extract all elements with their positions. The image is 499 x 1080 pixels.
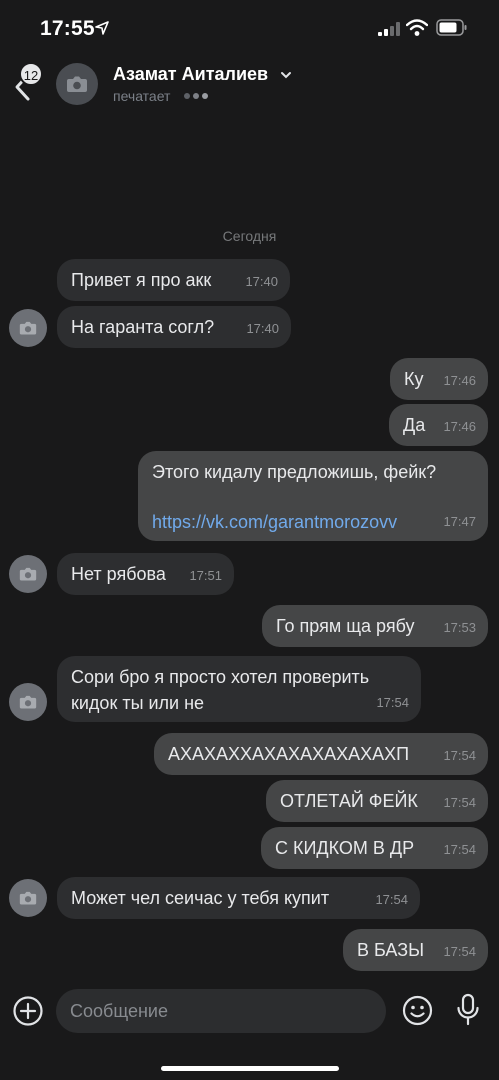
- sender-avatar[interactable]: [9, 309, 47, 347]
- message-incoming[interactable]: Нет рябова 17:51: [57, 553, 234, 595]
- contact-name[interactable]: Азамат Аиталиев: [113, 64, 268, 85]
- message-outgoing[interactable]: Этого кидалу предложишь, фейк? https://v…: [138, 451, 488, 541]
- message-text: Го прям ща рябу: [276, 616, 415, 636]
- message-text: Привет я про акк: [71, 270, 212, 290]
- message-time: 17:40: [246, 321, 279, 336]
- message-outgoing[interactable]: АХАХАХХАХАХАХАХАХАХП 17:54: [154, 733, 488, 775]
- camera-icon: [19, 695, 37, 709]
- camera-icon: [19, 567, 37, 581]
- contact-status: печатает: [113, 88, 171, 104]
- message-text: С КИДКОМ В ДР: [275, 838, 415, 858]
- message-outgoing[interactable]: Го прям ща рябу 17:53: [262, 605, 488, 647]
- message-time: 17:51: [189, 568, 222, 583]
- message-time: 17:54: [375, 892, 408, 907]
- status-bar: 17:55: [0, 0, 499, 56]
- unread-count-badge: 12: [19, 62, 43, 86]
- status-time: 17:55: [40, 17, 95, 40]
- location-arrow-icon: [95, 21, 109, 35]
- emoji-icon[interactable]: [402, 995, 433, 1026]
- message-outgoing[interactable]: Да 17:46: [389, 404, 488, 446]
- camera-icon: [19, 891, 37, 905]
- message-incoming[interactable]: Привет я про акк 17:40: [57, 259, 290, 301]
- message-text: АХАХАХХАХАХАХАХАХАХП: [168, 744, 410, 764]
- message-text-line-1: Сори бро я просто хотел проверить: [71, 667, 370, 687]
- message-time: 17:54: [443, 795, 476, 810]
- message-time: 17:46: [443, 419, 476, 434]
- message-text: Может чел сеичас у тебя купит: [71, 888, 330, 908]
- message-time: 17:54: [443, 748, 476, 763]
- message-time: 17:54: [376, 695, 409, 710]
- microphone-icon[interactable]: [456, 993, 480, 1027]
- contact-avatar[interactable]: [56, 63, 98, 105]
- message-time: 17:40: [245, 274, 278, 289]
- message-text: ОТЛЕТАЙ ФЕЙК: [280, 791, 418, 811]
- battery-icon: [436, 19, 467, 36]
- message-link[interactable]: https://vk.com/garantmorozovv: [152, 510, 397, 534]
- sender-avatar[interactable]: [9, 555, 47, 593]
- message-incoming[interactable]: На гаранта согл? 17:40: [57, 306, 291, 348]
- message-time: 17:54: [443, 842, 476, 857]
- message-outgoing[interactable]: Ку 17:46: [390, 358, 488, 400]
- wifi-icon: [406, 19, 428, 36]
- camera-icon: [19, 321, 37, 335]
- date-separator: Сегодня: [222, 228, 277, 244]
- message-text: Ку: [404, 369, 424, 389]
- message-incoming[interactable]: Сори бро я просто хотел проверить кидок …: [57, 656, 421, 722]
- message-text: Нет рябова: [71, 564, 166, 584]
- plus-icon[interactable]: [12, 995, 44, 1027]
- signal-icon: [378, 22, 400, 36]
- message-time: 17:46: [443, 373, 476, 388]
- message-time: 17:53: [443, 620, 476, 635]
- camera-icon: [67, 76, 87, 92]
- sender-avatar[interactable]: [9, 879, 47, 917]
- message-time: 17:47: [443, 514, 476, 529]
- message-input[interactable]: [56, 989, 386, 1033]
- message-text: На гаранта согл?: [71, 317, 215, 337]
- home-indicator: [161, 1066, 339, 1071]
- message-incoming[interactable]: Может чел сеичас у тебя купит 17:54: [57, 877, 420, 919]
- message-time: 17:54: [443, 944, 476, 959]
- message-outgoing[interactable]: С КИДКОМ В ДР 17:54: [261, 827, 488, 869]
- message-outgoing[interactable]: ОТЛЕТАЙ ФЕЙК 17:54: [266, 780, 488, 822]
- message-outgoing[interactable]: В БАЗЫ 17:54: [343, 929, 488, 971]
- chevron-down-icon[interactable]: [280, 69, 292, 81]
- message-text-line-2: кидок ты или не: [71, 693, 205, 713]
- message-text: Этого кидалу предложишь, фейк?: [152, 462, 437, 482]
- sender-avatar[interactable]: [9, 683, 47, 721]
- message-text: Да: [403, 415, 426, 435]
- message-text: В БАЗЫ: [357, 940, 425, 960]
- typing-dots-icon: [184, 93, 208, 99]
